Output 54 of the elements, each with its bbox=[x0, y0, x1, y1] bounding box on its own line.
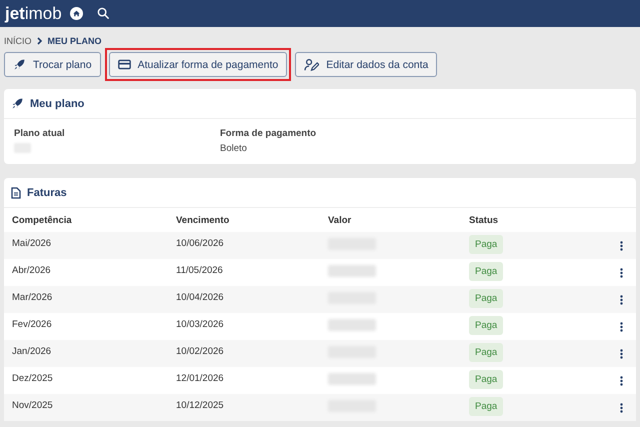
table-cell-text: 12/01/2026 bbox=[175, 372, 225, 386]
status-badge: Paga bbox=[469, 289, 504, 308]
table-cell: Mar/2026 bbox=[4, 286, 168, 313]
column-header: Valor bbox=[327, 214, 352, 228]
more-vertical-icon[interactable] bbox=[620, 376, 623, 386]
chevron-right-icon bbox=[36, 37, 43, 45]
more-vertical-icon[interactable] bbox=[620, 403, 623, 413]
field-label: Plano atual bbox=[14, 128, 66, 139]
action-button[interactable]: Atualizar forma de pagamento bbox=[108, 52, 288, 77]
table-cell-text: Abr/2026 bbox=[11, 264, 52, 278]
breadcrumb-link[interactable]: INÍCIO bbox=[4, 36, 32, 46]
search-icon[interactable] bbox=[96, 7, 110, 20]
rocket-icon bbox=[11, 97, 24, 110]
table-cell: 10/02/2026 bbox=[168, 340, 320, 367]
status-badge: Paga bbox=[469, 316, 504, 335]
table-cell-text: Dez/2025 bbox=[11, 372, 54, 386]
table-cell: 10/06/2026 bbox=[168, 232, 320, 259]
more-vertical-icon[interactable] bbox=[620, 322, 623, 332]
status-badge: Paga bbox=[469, 262, 504, 281]
more-vertical-icon[interactable] bbox=[620, 295, 623, 305]
table-cell: 10/12/2025 bbox=[168, 394, 320, 421]
status-badge: Paga bbox=[469, 343, 504, 362]
card-title: Meu plano bbox=[30, 98, 84, 110]
column-header: Vencimento bbox=[175, 214, 230, 228]
redacted-value bbox=[328, 373, 376, 385]
column-header: Competência bbox=[11, 214, 73, 228]
logo[interactable]: jetimob bbox=[5, 4, 62, 24]
breadcrumb-current: MEU PLANO bbox=[48, 36, 102, 46]
more-vertical-icon[interactable] bbox=[620, 349, 623, 359]
credit-card-icon bbox=[118, 59, 131, 70]
status-badge: Paga bbox=[469, 397, 504, 416]
status-badge: Paga bbox=[469, 235, 504, 254]
home-icon[interactable] bbox=[70, 7, 83, 20]
table-cell: Jan/2026 bbox=[4, 340, 168, 367]
table-cell-text: Fev/2026 bbox=[11, 318, 53, 332]
action-button[interactable]: Editar dados da conta bbox=[295, 52, 438, 77]
column-header: Status bbox=[468, 214, 500, 228]
table-cell-text: 11/05/2026 bbox=[175, 264, 224, 278]
user-pencil-icon bbox=[304, 58, 320, 71]
more-vertical-icon[interactable] bbox=[620, 268, 623, 278]
table-cell: Nov/2025 bbox=[4, 394, 168, 421]
redacted-value bbox=[328, 319, 376, 331]
action-button[interactable]: Trocar plano bbox=[4, 52, 101, 77]
field-label: Forma de pagamento bbox=[220, 128, 318, 139]
table-cell: 10/04/2026 bbox=[168, 286, 320, 313]
table-cell-text: 10/03/2026 bbox=[175, 318, 225, 332]
redacted-value bbox=[328, 265, 376, 277]
card-title: Faturas bbox=[27, 186, 67, 198]
document-icon bbox=[11, 186, 21, 198]
rocket-icon bbox=[13, 58, 26, 71]
status-badge: Paga bbox=[469, 370, 504, 389]
more-vertical-icon[interactable] bbox=[620, 241, 623, 251]
field-value: Boleto bbox=[220, 143, 248, 154]
table-cell: Mai/2026 bbox=[4, 232, 168, 259]
